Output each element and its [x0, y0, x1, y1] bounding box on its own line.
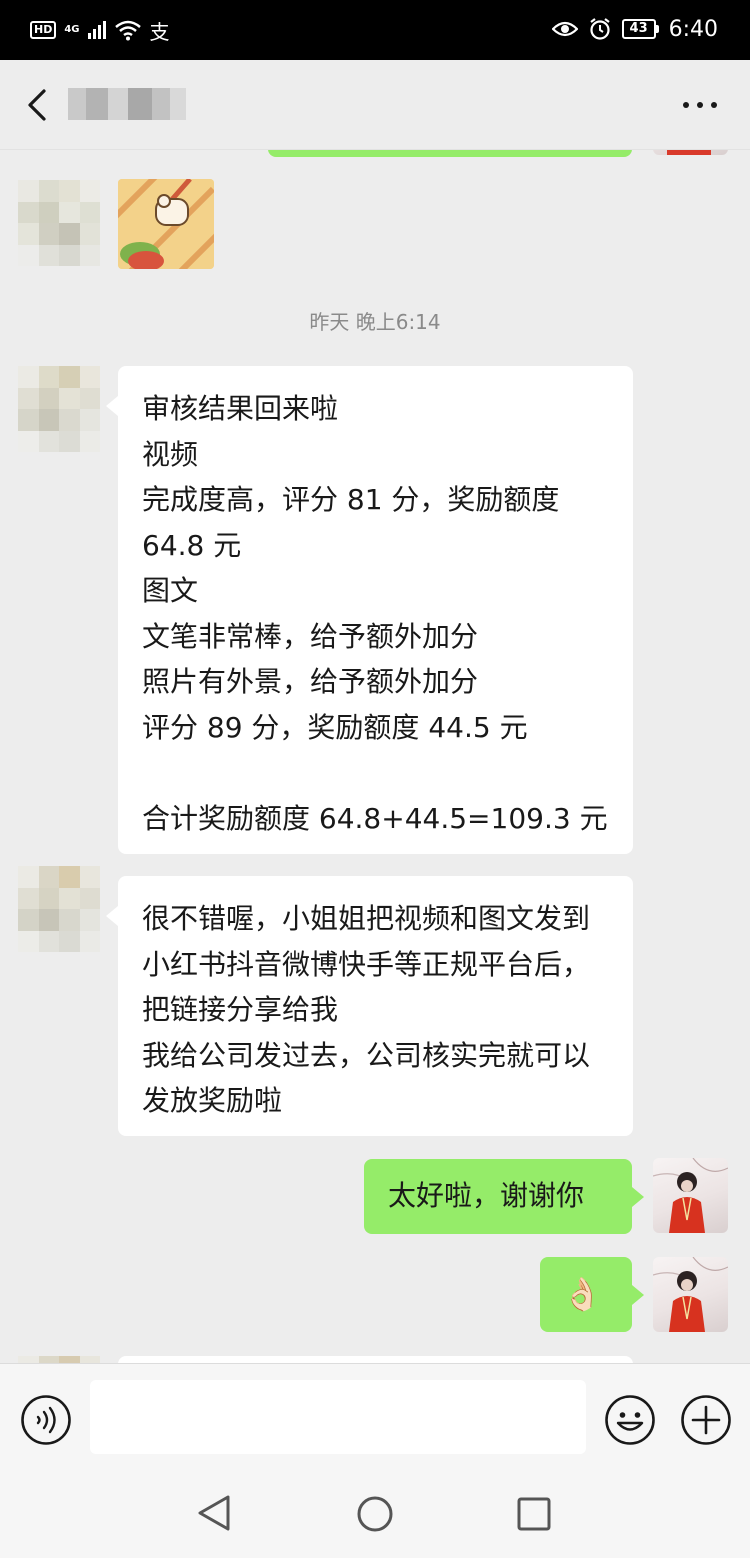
emoji-icon[interactable]: [604, 1394, 656, 1446]
my-avatar[interactable]: [653, 1257, 728, 1332]
eye-icon: [551, 21, 578, 37]
incoming-message-bubble[interactable]: 审核结果回来啦 视频 完成度高，评分 81 分，奖励额度 64.8 元 图文 文…: [106, 366, 633, 854]
my-avatar[interactable]: [653, 150, 728, 155]
message-input[interactable]: [90, 1380, 586, 1454]
hd-badge: HD: [30, 21, 57, 39]
incoming-message-bubble-partial[interactable]: [118, 1356, 633, 1363]
circle-home-icon[interactable]: [356, 1495, 394, 1533]
sticker-thumb-icon: [118, 179, 214, 269]
chat-header: [0, 60, 750, 150]
status-left: HD 4G 支: [30, 16, 170, 44]
sticker-image[interactable]: [118, 179, 214, 269]
more-dots-icon[interactable]: [680, 90, 720, 120]
incoming-message-bubble[interactable]: 很不错喔，小姐姐把视频和图文发到小红书抖音微博快手等正规平台后，把链接分享给我 …: [106, 876, 633, 1136]
chat-messages[interactable]: 昨天 晚上6:14 审核结果回来啦 视频 完成度高，评分 81 分，奖励额度 6…: [0, 150, 750, 1363]
contact-avatar[interactable]: [18, 1356, 100, 1363]
chevron-left-icon[interactable]: [22, 85, 56, 125]
plus-icon[interactable]: [680, 1394, 732, 1446]
message-timestamp: 昨天 晚上6:14: [309, 310, 441, 334]
outgoing-emoji-bubble[interactable]: 👌🏻: [540, 1257, 644, 1332]
network-label: 4G: [64, 24, 80, 35]
ok-hand-emoji: 👌🏻: [562, 1275, 602, 1313]
battery-level: 43: [621, 19, 656, 39]
my-avatar[interactable]: [653, 1158, 728, 1233]
alarm-icon: [589, 18, 610, 40]
contact-avatar[interactable]: [18, 866, 100, 952]
status-right: 43 6:40: [551, 14, 718, 44]
outgoing-message-text: 太好啦，谢谢你: [388, 1179, 585, 1212]
voice-icon[interactable]: [20, 1394, 72, 1446]
wifi-icon: [114, 20, 141, 41]
square-recent-icon[interactable]: [516, 1496, 552, 1532]
status-bar: HD 4G 支 43 6:40: [0, 0, 750, 60]
alipay-icon: 支: [149, 19, 170, 44]
avatar-image-icon: [653, 1257, 728, 1332]
outgoing-message-bubble[interactable]: 太好啦，谢谢你: [364, 1159, 644, 1234]
input-bar: [0, 1363, 750, 1471]
battery-icon: 43: [621, 19, 659, 39]
contact-name-blurred: [68, 88, 188, 120]
clock: 6:40: [668, 16, 718, 42]
signal-icon: [87, 21, 106, 39]
triangle-back-icon[interactable]: [196, 1493, 234, 1533]
system-navigation-bar: [0, 1471, 750, 1558]
previous-message-bubble[interactable]: [268, 150, 632, 157]
contact-avatar[interactable]: [18, 180, 100, 266]
avatar-image-icon: [653, 1158, 728, 1233]
contact-avatar[interactable]: [18, 366, 100, 452]
